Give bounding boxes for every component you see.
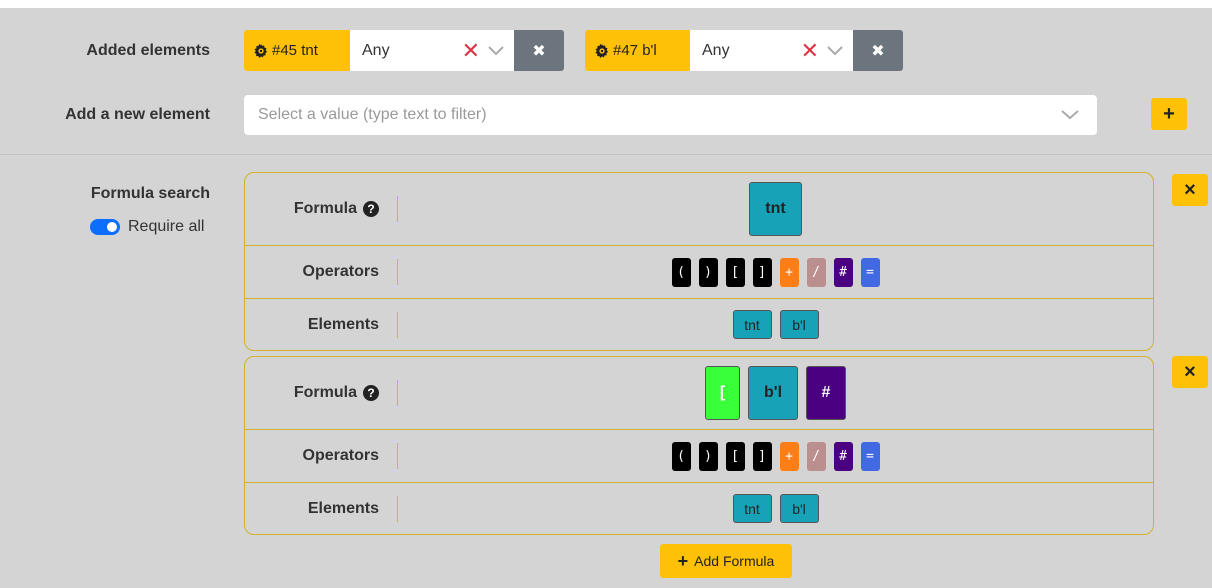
elements-list: tnt b'l xyxy=(398,299,1153,350)
elements-row: Elements tnt b'l xyxy=(245,483,1153,534)
elements-list: tnt b'l xyxy=(398,483,1153,534)
operators-row: Operators ( ) [ ] + / # = xyxy=(245,246,1153,299)
operators-label: Operators xyxy=(302,447,379,464)
formula-label-text: Formula xyxy=(293,200,357,217)
element-token-tnt[interactable]: tnt xyxy=(732,310,772,339)
operator-hash[interactable]: # xyxy=(833,257,853,287)
section-divider xyxy=(0,154,1212,155)
chip-select-2[interactable]: Any ✕ xyxy=(690,30,853,71)
plus-icon: + xyxy=(677,550,689,571)
operators-row: Operators ( ) [ ] + / # = xyxy=(245,430,1153,483)
operator-open-paren[interactable]: ( xyxy=(671,441,691,471)
formula-token[interactable]: [ xyxy=(705,366,740,420)
formula-card-2: Formula ? [ b'l # Operators ( ) [ ] + / … xyxy=(244,356,1154,535)
gear-icon xyxy=(254,43,268,58)
add-formula-button[interactable]: + Add Formula xyxy=(660,544,792,578)
clear-x-icon[interactable]: ✕ xyxy=(462,39,480,62)
chip-tag-text-1: #45 tnt xyxy=(272,42,318,59)
operators-list: ( ) [ ] + / # = xyxy=(398,430,1153,482)
operator-equals[interactable]: = xyxy=(860,257,880,287)
operators-list: ( ) [ ] + / # = xyxy=(398,246,1153,298)
formula-label-text: Formula xyxy=(293,384,357,401)
operator-hash[interactable]: # xyxy=(833,441,853,471)
added-element-chip-2: #47 b'l Any ✕ ✖ xyxy=(585,30,903,71)
operator-plus[interactable]: + xyxy=(779,257,799,287)
chevron-down-icon[interactable] xyxy=(1061,110,1079,120)
add-element-button[interactable]: + xyxy=(1151,98,1187,130)
new-element-select[interactable]: Select a value (type text to filter) xyxy=(244,95,1097,135)
elements-row: Elements tnt b'l xyxy=(245,299,1153,350)
elements-label: Elements xyxy=(307,315,379,333)
top-strip xyxy=(0,0,1212,8)
require-all-switch[interactable]: Require all xyxy=(90,218,204,236)
formula-token[interactable]: b'l xyxy=(748,366,798,420)
formula-row: Formula ? tnt xyxy=(245,173,1153,246)
formula-row-label: Formula ? xyxy=(245,173,397,245)
operator-close-bracket[interactable]: ] xyxy=(752,257,772,287)
formula-token[interactable]: tnt xyxy=(749,182,802,236)
clear-x-icon[interactable]: ✕ xyxy=(801,39,819,62)
formula-display: tnt xyxy=(398,173,1153,245)
add-formula-label: Add Formula xyxy=(694,553,775,569)
remove-element-button-2[interactable]: ✖ xyxy=(853,30,903,71)
add-new-element-label: Add a new element xyxy=(65,106,210,123)
chip-select-value-2: Any xyxy=(702,41,730,59)
formula-token[interactable]: # xyxy=(806,366,846,420)
operators-label: Operators xyxy=(302,263,379,280)
operator-plus[interactable]: + xyxy=(779,441,799,471)
operator-equals[interactable]: = xyxy=(860,441,880,471)
formula-row-label: Formula ? xyxy=(245,357,397,429)
elements-label: Elements xyxy=(307,499,379,517)
operator-slash[interactable]: / xyxy=(806,441,826,471)
operator-slash[interactable]: / xyxy=(806,257,826,287)
operator-close-paren[interactable]: ) xyxy=(698,257,718,287)
close-icon: ✖ xyxy=(871,42,885,60)
chip-select-1[interactable]: Any ✕ xyxy=(350,30,514,71)
remove-element-button-1[interactable]: ✖ xyxy=(514,30,564,71)
operator-open-bracket[interactable]: [ xyxy=(725,257,745,287)
operator-open-paren[interactable]: ( xyxy=(671,257,691,287)
question-circle-icon[interactable]: ? xyxy=(363,385,379,401)
operator-open-bracket[interactable]: [ xyxy=(725,441,745,471)
element-token-bl[interactable]: b'l xyxy=(779,310,819,339)
require-all-label: Require all xyxy=(128,218,205,235)
remove-formula-button-1[interactable]: × xyxy=(1172,174,1208,206)
added-element-chip-1: #45 tnt Any ✕ ✖ xyxy=(244,30,564,71)
formula-row: Formula ? [ b'l # xyxy=(245,357,1153,430)
operator-close-paren[interactable]: ) xyxy=(698,441,718,471)
chevron-down-icon[interactable] xyxy=(488,45,504,56)
chip-tag-text-2: #47 b'l xyxy=(613,42,657,59)
close-icon: ✖ xyxy=(532,42,546,60)
formula-search-label: Formula search xyxy=(90,185,210,202)
remove-formula-button-2[interactable]: × xyxy=(1172,356,1208,388)
new-element-placeholder: Select a value (type text to filter) xyxy=(258,106,487,123)
operator-close-bracket[interactable]: ] xyxy=(752,441,772,471)
question-circle-icon[interactable]: ? xyxy=(363,201,379,217)
element-token-tnt[interactable]: tnt xyxy=(732,494,772,523)
formula-card-1: Formula ? tnt Operators ( ) [ ] + / # = … xyxy=(244,172,1154,351)
chip-tag-2: #47 b'l xyxy=(585,30,690,71)
gear-icon xyxy=(595,43,609,58)
toggle-switch[interactable] xyxy=(90,219,120,235)
element-token-bl[interactable]: b'l xyxy=(779,494,819,523)
added-elements-label: Added elements xyxy=(86,42,210,59)
formula-display: [ b'l # xyxy=(398,357,1153,429)
chip-tag-1: #45 tnt xyxy=(244,30,350,71)
chip-select-value-1: Any xyxy=(362,41,390,59)
chevron-down-icon[interactable] xyxy=(827,45,843,56)
